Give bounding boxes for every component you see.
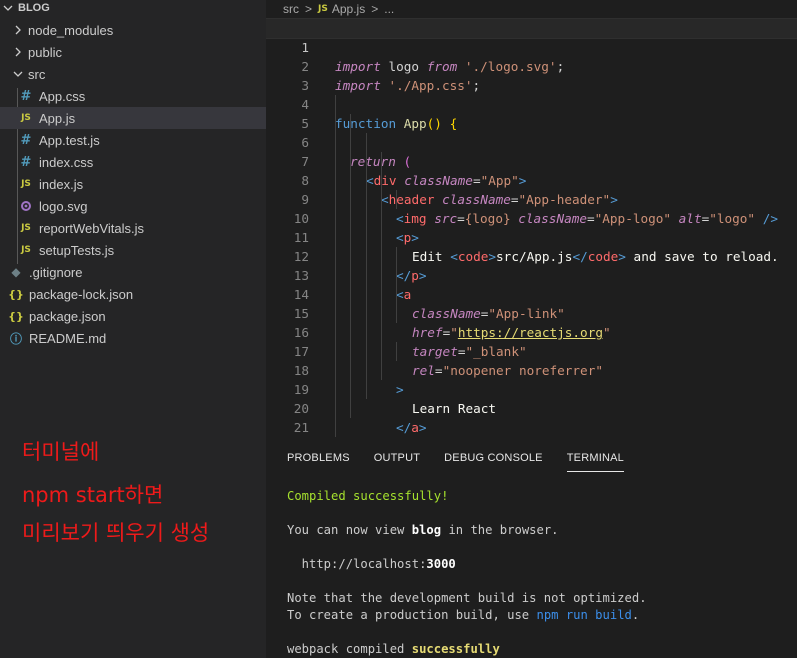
code-line: 20 </header> [266,380,797,416]
code-editor[interactable]: 1 import logo from './logo.svg'; 2 impor… [266,17,797,437]
terminal-url-line[interactable]: http://localhost:3000 [287,557,456,571]
tree-file-index-css[interactable]: # index.css [0,151,266,173]
code-line: 15 target="_blank" [266,285,797,359]
tree-file-package-json[interactable]: {} package.json [0,305,266,327]
tree-item-label: node_modules [28,22,114,38]
chevron-down-icon [2,0,14,16]
annotation-line-2: npm start하면 [22,483,164,507]
tree-item-label: App.test.js [39,132,100,148]
js-file-icon: JS [318,3,328,14]
tree-file-readme-md[interactable]: ⓘ README.md [0,327,266,349]
tree-file-setup-tests-js[interactable]: JS setupTests.js [0,239,266,261]
tree-file-app-css[interactable]: # App.css [0,85,266,107]
js-file-icon: JS [21,223,31,233]
code-line: 6 <div className="App"> [266,114,797,188]
tree-item-label: package-lock.json [29,286,134,302]
annotation-line-1: 터미널에 [22,440,100,464]
json-file-icon: {} [8,287,24,301]
breadcrumb: src > JS App.js > ... [266,0,797,17]
code-line: 13 className="App-link" [266,247,797,321]
code-line: 11 </p> [266,209,797,283]
chevron-right-icon [12,44,24,60]
svg-file-icon [19,200,33,212]
tree-item-label: index.css [39,154,94,170]
panel-tabs: PROBLEMS OUTPUT DEBUG CONSOLE TERMINAL [287,450,648,472]
tree-item-label: .gitignore [29,264,83,280]
tree-file-app-js[interactable]: JS App.js [0,107,266,129]
tree-file-app-test-js[interactable]: # App.test.js [0,129,266,151]
breadcrumb-file[interactable]: App.js [332,2,365,16]
breadcrumb-separator: > [305,1,313,16]
code-line: 22 ); [266,418,797,437]
code-line: 18 Learn React [266,342,797,416]
tree-item-label: App.js [39,110,76,126]
tree-item-label: package.json [29,308,106,324]
tree-folder-node-modules[interactable]: node_modules [0,19,266,41]
code-line: 14 href="https://reactjs.org" [266,266,797,340]
code-line: 21 </div> [266,399,797,435]
js-file-icon: JS [21,179,31,189]
tree-item-label: logo.svg [39,198,88,214]
tab-problems[interactable]: PROBLEMS [287,450,350,472]
code-line: 2 import './App.css'; [266,38,797,93]
js-file-icon: JS [21,113,31,123]
code-line: 10 Edit <code>src/App.js</code> and save… [266,190,797,264]
css-file-icon: # [20,132,32,148]
tree-item-label: index.js [39,176,84,192]
code-line: 16 rel="noopener noreferrer" [266,304,797,378]
code-line: 5 return ( [266,95,797,169]
tab-terminal[interactable]: TERMINAL [566,450,624,472]
tree-folder-src[interactable]: src [0,63,266,85]
js-file-icon: JS [21,245,31,255]
annotation-line-3: 미리보기 띄우기 생성 [22,521,210,545]
terminal-webpack-line: webpack compiled successfully [287,642,500,656]
code-line: 8 <img src={logo} className="App-logo" a… [266,152,797,226]
bottom-panel: PROBLEMS OUTPUT DEBUG CONSOLE TERMINAL C… [266,437,797,658]
tab-debug-console[interactable]: DEBUG CONSOLE [444,450,543,472]
explorer-root[interactable]: BLOG [0,0,266,19]
tree-item-label: setupTests.js [39,242,115,258]
code-line: 17 > [266,323,797,397]
terminal-compiled-line: Compiled successfully! [287,489,449,503]
code-line: 4 function App() { [266,76,797,131]
tree-folder-public[interactable]: public [0,41,266,63]
git-file-icon: ◆ [11,265,21,279]
code-line: 1 import logo from './logo.svg'; [266,18,797,74]
terminal-build-line: To create a production build, use npm ru… [287,608,640,622]
tree-file-package-lock-json[interactable]: {} package-lock.json [0,283,266,305]
explorer-sidebar: BLOG node_modules public src # App.css J… [0,0,266,658]
breadcrumb-folder[interactable]: src [283,2,299,16]
info-file-icon: ⓘ [9,331,22,346]
code-line: 19 </a> [266,361,797,435]
tree-item-label: App.css [39,88,86,104]
code-line: 9 <p> [266,171,797,245]
tree-item-label: reportWebVitals.js [39,220,145,236]
breadcrumb-more[interactable]: ... [384,2,394,16]
chevron-right-icon [12,22,24,38]
chevron-down-icon [12,66,24,82]
tab-output[interactable]: OUTPUT [374,450,420,472]
tree-file-report-web-vitals-js[interactable]: JS reportWebVitals.js [0,217,266,239]
terminal-note-line: Note that the development build is not o… [287,591,647,605]
tree-item-label: public [28,44,62,60]
tree-item-label: src [28,66,46,82]
code-line: 12 <a [266,228,797,302]
breadcrumb-separator: > [371,1,379,16]
code-line: 7 <header className="App-header"> [266,133,797,207]
json-file-icon: {} [8,309,24,323]
tree-file-gitignore[interactable]: ◆ .gitignore [0,261,266,283]
explorer-root-label: BLOG [18,2,50,14]
code-line: 3 [266,57,797,93]
tree-file-index-js[interactable]: JS index.js [0,173,266,195]
css-file-icon: # [20,88,32,104]
tree-item-label: README.md [29,330,107,346]
tree-file-logo-svg[interactable]: logo.svg [0,195,266,217]
terminal-view-line: You can now view blog in the browser. [287,523,559,537]
css-file-icon: # [20,154,32,170]
